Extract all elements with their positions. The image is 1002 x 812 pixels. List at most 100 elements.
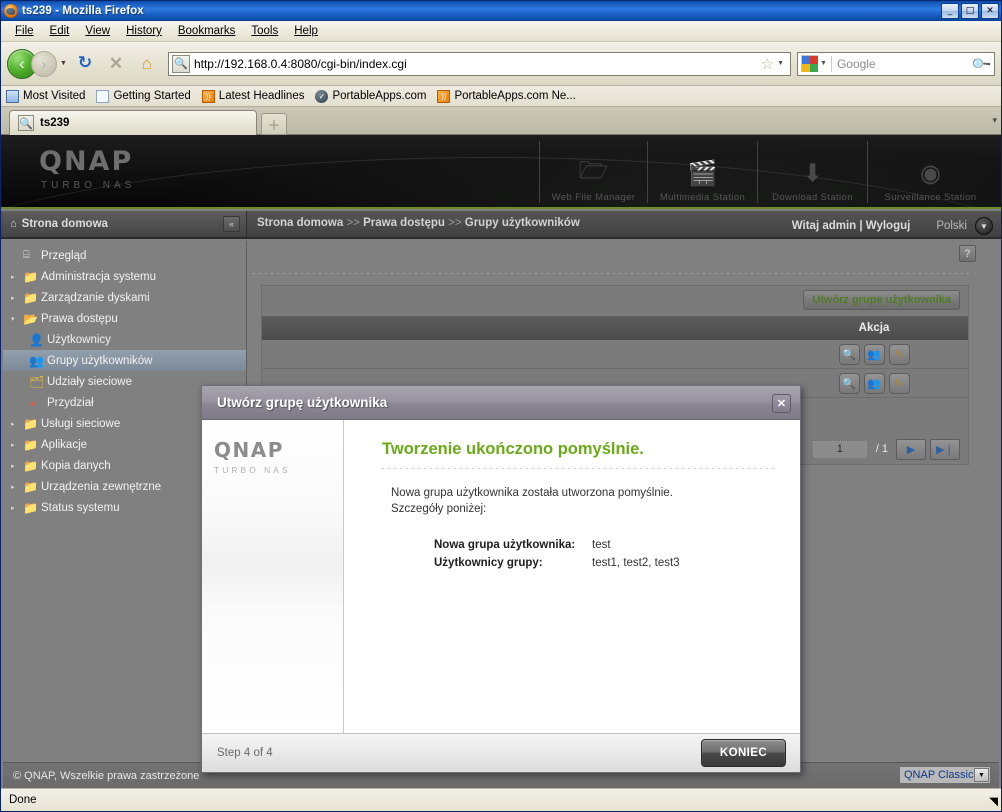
search-bar[interactable]: ▼ Google 🔍: [797, 51, 995, 76]
menu-help[interactable]: Help: [286, 23, 326, 39]
twisty-icon[interactable]: ▸: [11, 420, 23, 428]
bookmark-star-icon[interactable]: ☆: [761, 55, 774, 73]
collapse-sidebar-button[interactable]: «: [223, 216, 240, 232]
twisty-icon[interactable]: ▸: [11, 504, 23, 512]
bookmark-label: Latest Headlines: [218, 90, 305, 102]
view-details-icon[interactable]: 🔍: [838, 372, 860, 394]
address-bar[interactable]: 🔍 http://192.168.0.4:8080/cgi-bin/index.…: [167, 51, 791, 76]
search-engine-dropdown-icon[interactable]: ▼: [820, 60, 827, 67]
help-icon[interactable]: ?: [959, 245, 976, 262]
group-members-icon[interactable]: 👥: [863, 372, 885, 394]
page-icon: [96, 89, 110, 103]
bookmark-latest-headlines[interactable]: )) Latest Headlines: [201, 89, 305, 103]
table-header-action: Akcja: [858, 322, 890, 334]
menu-file[interactable]: File: [7, 23, 42, 39]
resize-grip-icon[interactable]: ◥: [989, 794, 998, 808]
page-number-input[interactable]: 1: [811, 439, 868, 459]
menu-bookmarks[interactable]: Bookmarks: [170, 23, 244, 39]
breadcrumb-item-user-groups[interactable]: Grupy użytkowników: [465, 217, 580, 229]
twisty-icon[interactable]: ▾: [11, 315, 23, 323]
qnap-banner: QNAP TURBO NAS 🗁 Web File Manager 🎬 Mult…: [1, 135, 1001, 209]
twisty-icon[interactable]: ▸: [11, 462, 23, 470]
shortcut-download-station[interactable]: ⬇ Download Station: [757, 141, 867, 203]
close-icon[interactable]: ✕: [772, 394, 791, 413]
finish-button[interactable]: KONIEC: [701, 739, 786, 767]
tab-label: ts239: [40, 117, 70, 129]
url-text: http://192.168.0.4:8080/cgi-bin/index.cg…: [193, 56, 407, 71]
document-icon: ⌸: [23, 249, 30, 261]
history-dropdown-icon[interactable]: ▼: [60, 60, 67, 67]
bookmark-most-visited[interactable]: Most Visited: [6, 89, 85, 103]
copyright-text: © QNAP, Wszelkie prawa zastrzeżone: [13, 769, 200, 782]
folder-icon: 📁: [23, 437, 38, 452]
view-details-icon[interactable]: 🔍: [838, 343, 860, 365]
sidebar-item-label: Usługi sieciowe: [41, 417, 121, 430]
sidebar-item-grupy-uzytkownikow[interactable]: 👥 Grupy użytkowników: [3, 350, 246, 371]
folder-icon: 📁: [23, 269, 38, 284]
breadcrumb-bar: ⌂ Strona domowa « Strona domowa >> Prawa…: [1, 211, 1001, 239]
search-magnifier-icon[interactable]: 🔍: [970, 52, 993, 75]
bookmark-portableapps[interactable]: ✓ PortableApps.com: [315, 89, 426, 103]
url-dropdown-icon[interactable]: ▼: [777, 60, 784, 67]
edit-shared-folder-icon[interactable]: ✎: [888, 372, 910, 394]
shortcut-surveillance-station[interactable]: ◉ Surveillance Station: [867, 141, 993, 203]
details-list: Nowa grupa użytkownika: test Użytkownicy…: [434, 536, 776, 572]
rss-icon: )): [437, 89, 451, 103]
create-user-group-dialog: Utwórz grupę użytkownika ✕ QNAP TURBO NA…: [201, 385, 801, 773]
site-identity-icon[interactable]: 🔍: [171, 54, 190, 73]
bookmark-getting-started[interactable]: Getting Started: [96, 89, 191, 103]
tab-ts239[interactable]: 🔍 ts239: [9, 110, 257, 135]
menu-edit[interactable]: Edit: [42, 23, 78, 39]
home-icon: ⌂: [10, 218, 17, 230]
twisty-icon[interactable]: ▸: [11, 273, 23, 281]
create-user-group-button[interactable]: Utwórz grupę użytkownika: [803, 290, 960, 310]
sidebar-item-label: Kopia danych: [41, 459, 111, 472]
twisty-icon[interactable]: ▸: [11, 441, 23, 449]
twisty-icon[interactable]: ▸: [11, 294, 23, 302]
minimize-button[interactable]: _: [941, 3, 959, 19]
tab-list-icon[interactable]: ▾: [992, 115, 997, 126]
sidebar-item-administracja-systemu[interactable]: ▸ 📁 Administracja systemu: [3, 266, 246, 287]
shortcut-web-file-manager[interactable]: 🗁 Web File Manager: [539, 141, 647, 203]
edit-shared-folder-icon[interactable]: ✎: [888, 343, 910, 365]
skin-select[interactable]: QNAP Classic ▼: [899, 766, 991, 784]
menu-tools[interactable]: Tools: [243, 23, 286, 39]
search-input[interactable]: Google: [832, 57, 973, 71]
welcome-logout-text[interactable]: Witaj admin | Wyloguj: [792, 220, 911, 232]
reload-icon[interactable]: ↻: [72, 51, 98, 77]
qnap-logo: QNAP: [214, 438, 284, 462]
menu-history[interactable]: History: [118, 23, 170, 39]
chevron-down-icon[interactable]: ▼: [974, 768, 989, 782]
home-icon[interactable]: ⌂: [134, 51, 160, 77]
folder-search-icon: 🗁: [578, 156, 609, 184]
bookmark-portableapps-news[interactable]: )) PortableApps.com Ne...: [437, 89, 576, 103]
next-page-button[interactable]: ▶: [896, 438, 926, 460]
home-tab[interactable]: ⌂ Strona domowa «: [3, 211, 247, 237]
twisty-icon[interactable]: ▸: [11, 483, 23, 491]
breadcrumb-separator: >>: [346, 217, 360, 229]
breadcrumb-item-home[interactable]: Strona domowa: [257, 217, 343, 229]
breadcrumb-item-access-rights[interactable]: Prawa dostępu: [363, 217, 445, 229]
sidebar-item-prawa-dostepu[interactable]: ▾ 📂 Prawa dostępu: [3, 308, 246, 329]
dialog-titlebar: Utwórz grupę użytkownika ✕: [202, 386, 800, 420]
maximize-button[interactable]: □: [961, 3, 979, 19]
menu-view[interactable]: View: [77, 23, 118, 39]
sidebar-item-zarzadzanie-dyskami[interactable]: ▸ 📁 Zarządzanie dyskami: [3, 287, 246, 308]
sidebar-item-przeglad[interactable]: ⌸ Przegląd: [3, 245, 246, 266]
group-members-icon[interactable]: 👥: [863, 343, 885, 365]
sidebar-item-uzytkownicy[interactable]: 👤 Użytkownicy: [3, 329, 246, 350]
detail-key: Nowa grupa użytkownika:: [434, 539, 576, 551]
language-dropdown-icon[interactable]: ▼: [975, 217, 993, 235]
detail-value: test1, test2, test3: [592, 557, 680, 569]
google-icon[interactable]: [801, 55, 818, 72]
close-button[interactable]: ✕: [981, 3, 999, 19]
stop-icon[interactable]: ✕: [103, 51, 129, 77]
table-row[interactable]: 🔍 👥 ✎: [262, 340, 968, 369]
forward-button[interactable]: ›: [31, 50, 57, 77]
shortcut-multimedia-station[interactable]: 🎬 Multimedia Station: [647, 141, 757, 203]
new-tab-button[interactable]: ＋: [261, 113, 287, 135]
detail-key: Użytkownicy grupy:: [434, 557, 543, 569]
detail-row: Użytkownicy grupy: test1, test2, test3: [434, 554, 776, 572]
last-page-button[interactable]: ▶❘: [930, 438, 960, 460]
quota-icon: ◕: [29, 395, 37, 410]
